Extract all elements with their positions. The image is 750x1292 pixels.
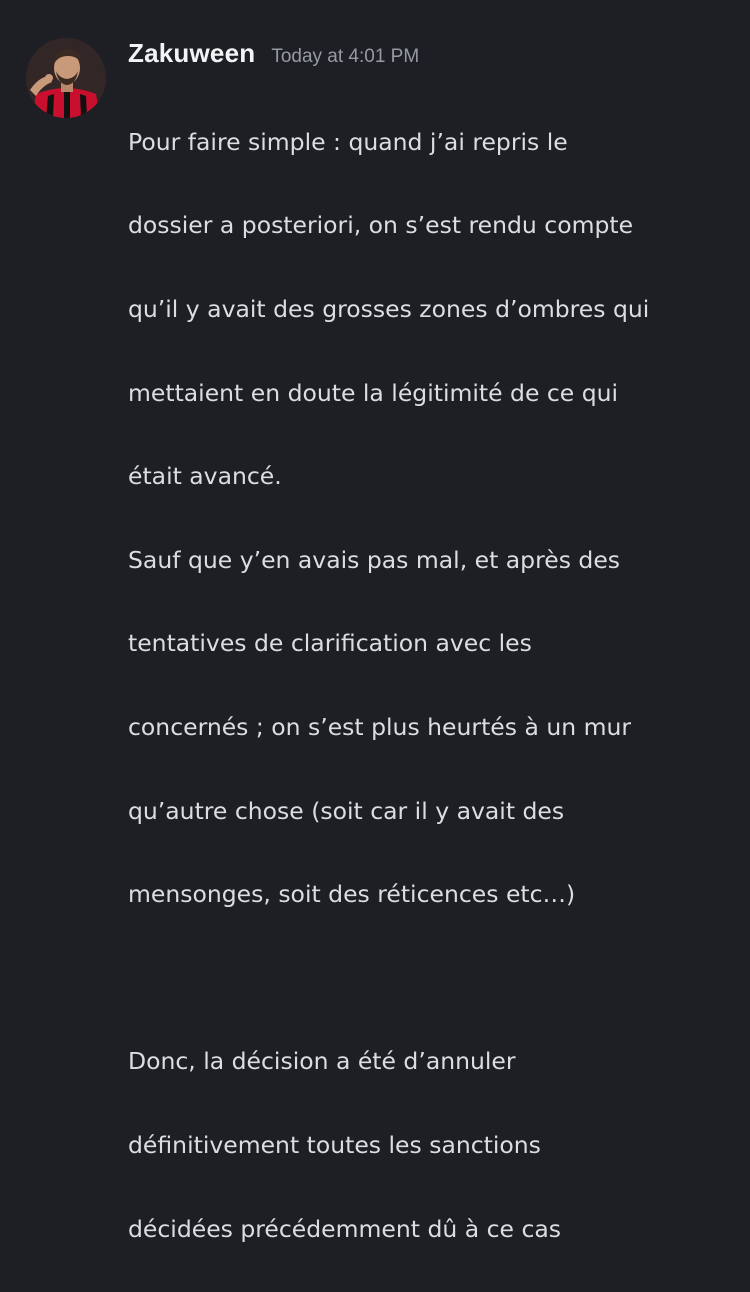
message-body: Pour faire simple : quand j’ai repris le…	[128, 80, 741, 1292]
message-line: dossier a posteriori, on s’est rendu com…	[128, 211, 634, 240]
message-line: Donc, la décision a été d’annuler	[128, 1047, 516, 1076]
message-content: Zakuween Today at 4:01 PM Pour faire sim…	[128, 38, 741, 1292]
message-line: mensonges, soit des réticences etc…)	[128, 880, 576, 909]
message-line: qu’il y avait des grosses zones d’ombres…	[128, 294, 650, 323]
message-line: qu’autre chose (soit car il y avait des	[128, 796, 565, 825]
avatar[interactable]	[26, 38, 106, 118]
message-line: mettaient en doute la légitimité de ce q…	[128, 378, 619, 407]
message-line: était avancé.	[128, 462, 282, 491]
message-line: décidées précédemment dû à ce cas	[128, 1214, 562, 1243]
message-line: concernés ; on s’est plus heurtés à un m…	[128, 712, 632, 741]
timestamp[interactable]: Today at 4:01 PM	[271, 46, 419, 68]
message-line: Pour faire simple : quand j’ai repris le	[128, 127, 568, 156]
user-avatar-icon	[26, 38, 106, 118]
message-line: Sauf que y’en avais pas mal, et après de…	[128, 545, 621, 574]
message-line: définitivement toutes les sanctions	[128, 1130, 541, 1159]
chat-message: Zakuween Today at 4:01 PM Pour faire sim…	[26, 38, 741, 1292]
message-header: Zakuween Today at 4:01 PM	[128, 38, 741, 74]
message-line: tentatives de clarification avec les	[128, 629, 532, 658]
username[interactable]: Zakuween	[128, 38, 255, 69]
